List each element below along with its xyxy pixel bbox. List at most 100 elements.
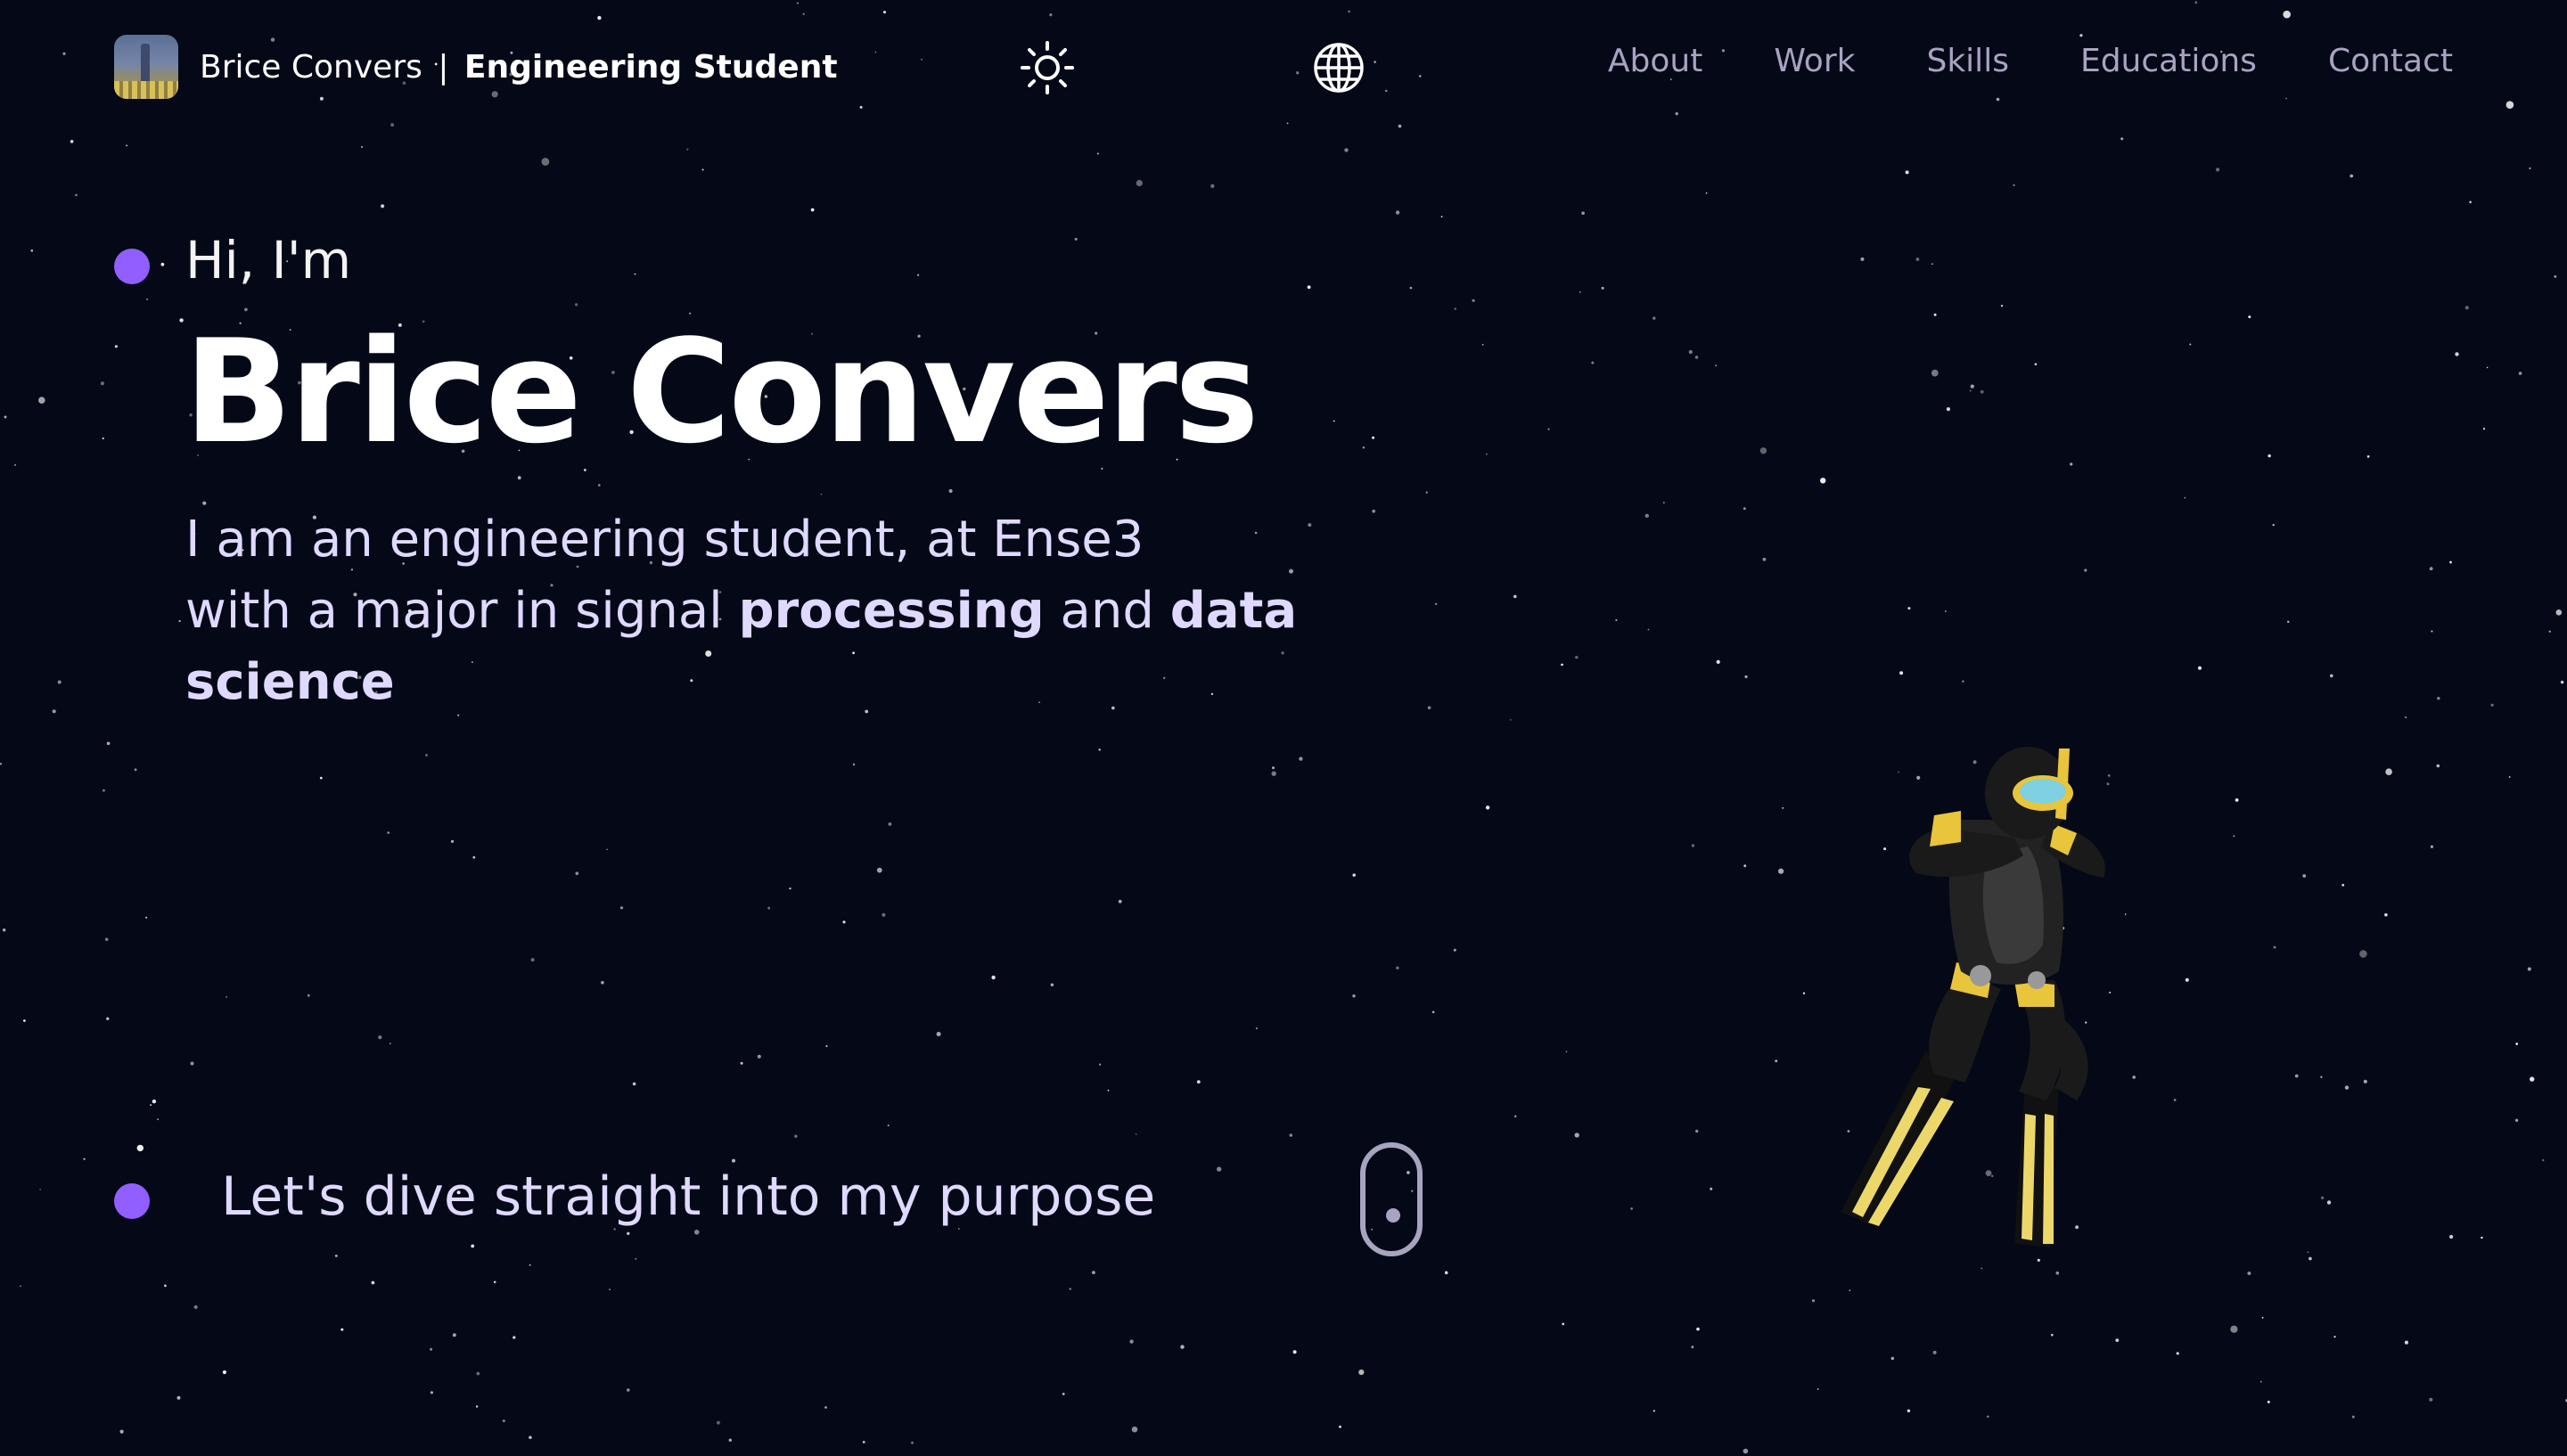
- star: [2548, 630, 2551, 633]
- brand-link[interactable]: Brice Convers | Engineering Student: [114, 35, 838, 99]
- nav-item-skills[interactable]: Skills: [1926, 43, 2008, 79]
- star: [450, 839, 455, 843]
- star: [2490, 703, 2494, 707]
- nav-item-educations[interactable]: Educations: [2080, 43, 2257, 79]
- star: [2084, 568, 2087, 572]
- star: [1811, 1299, 1816, 1303]
- star: [430, 1391, 433, 1395]
- star: [1135, 1133, 1137, 1135]
- star: [2350, 174, 2354, 178]
- star: [2515, 1043, 2519, 1045]
- accent-dot: [114, 249, 150, 284]
- navbar: Brice Convers | Engineering Student Abou…: [0, 0, 2567, 134]
- page: Brice Convers | Engineering Student Abou…: [0, 0, 2567, 1456]
- star: [1453, 948, 1456, 952]
- star: [1333, 420, 1335, 422]
- nav-item-contact[interactable]: Contact: [2328, 43, 2453, 79]
- star: [1743, 1448, 1749, 1454]
- star: [1107, 1089, 1110, 1092]
- description-bold-science: science: [185, 653, 395, 711]
- star: [1358, 1369, 1365, 1376]
- star: [2363, 1079, 2367, 1084]
- hero-description-line-2: with a major in signal processing and da…: [185, 576, 1433, 647]
- star: [2529, 167, 2531, 170]
- star: [1307, 285, 1311, 290]
- star: [2261, 1316, 2264, 1319]
- star: [2034, 363, 2038, 366]
- mouse-scroll-icon[interactable]: [1360, 1142, 1423, 1256]
- star: [601, 980, 604, 985]
- star: [1743, 507, 1746, 511]
- star: [2508, 776, 2511, 778]
- star: [887, 1125, 890, 1126]
- brand-separator: |: [438, 48, 449, 86]
- star: [876, 867, 882, 873]
- star: [575, 303, 578, 307]
- star: [38, 397, 45, 405]
- star: [2431, 630, 2433, 633]
- brand-name: Brice Convers: [200, 48, 422, 86]
- star: [1425, 491, 1428, 494]
- scuba-diver-model[interactable]: [1694, 588, 2264, 1265]
- hero-description-line-1: I am an engineering student, at Ense3: [185, 511, 1144, 568]
- star: [1299, 757, 1303, 761]
- star: [472, 855, 476, 859]
- star: [627, 1388, 630, 1392]
- star: [52, 709, 56, 714]
- star: [102, 789, 105, 792]
- star: [2326, 1200, 2332, 1205]
- star: [176, 1395, 181, 1400]
- star: [2385, 768, 2392, 775]
- star: [1591, 361, 1595, 364]
- hero-description: I am an engineering student, at Ense3 wi…: [185, 504, 1433, 718]
- star: [2455, 352, 2459, 356]
- star: [1759, 447, 1767, 454]
- star: [1662, 502, 1665, 503]
- language-button[interactable]: [1310, 39, 1367, 96]
- star: [1860, 257, 1865, 261]
- star: [2436, 764, 2440, 768]
- star: [888, 822, 892, 826]
- nav-item-work[interactable]: Work: [1774, 43, 1855, 79]
- star: [1509, 719, 1512, 721]
- star: [1217, 1166, 1222, 1172]
- nav-item-about[interactable]: About: [1608, 43, 1702, 79]
- star: [1292, 1350, 1297, 1354]
- star: [911, 1441, 914, 1444]
- star: [160, 262, 165, 266]
- star: [2, 928, 6, 932]
- star: [1817, 1388, 1819, 1390]
- star: [916, 274, 920, 276]
- star: [39, 1189, 42, 1190]
- star: [1601, 286, 1604, 290]
- star: [2514, 1118, 2519, 1123]
- star: [794, 1134, 798, 1138]
- star: [767, 906, 771, 910]
- star: [2351, 1415, 2355, 1419]
- star: [425, 754, 428, 757]
- theme-toggle-button[interactable]: [1019, 39, 1076, 96]
- star: [1653, 316, 1656, 320]
- star: [1272, 766, 1275, 770]
- star: [598, 484, 601, 487]
- star: [1688, 349, 1693, 355]
- star: [2247, 1272, 2251, 1275]
- star: [222, 1370, 226, 1375]
- star: [2000, 305, 2004, 307]
- star: [57, 680, 62, 684]
- star: [1050, 983, 1054, 986]
- star: [2330, 674, 2333, 678]
- star: [1099, 1063, 1102, 1066]
- star: [2429, 1397, 2433, 1402]
- star: [1762, 557, 1767, 561]
- star: [1562, 1322, 1565, 1326]
- star: [2013, 184, 2015, 186]
- star: [575, 871, 579, 875]
- star: [119, 1429, 124, 1434]
- star: [2115, 1338, 2120, 1342]
- star: [1931, 263, 1933, 266]
- star: [1915, 258, 1920, 261]
- star: [2189, 343, 2192, 346]
- star: [2273, 945, 2276, 949]
- star: [20, 1285, 21, 1288]
